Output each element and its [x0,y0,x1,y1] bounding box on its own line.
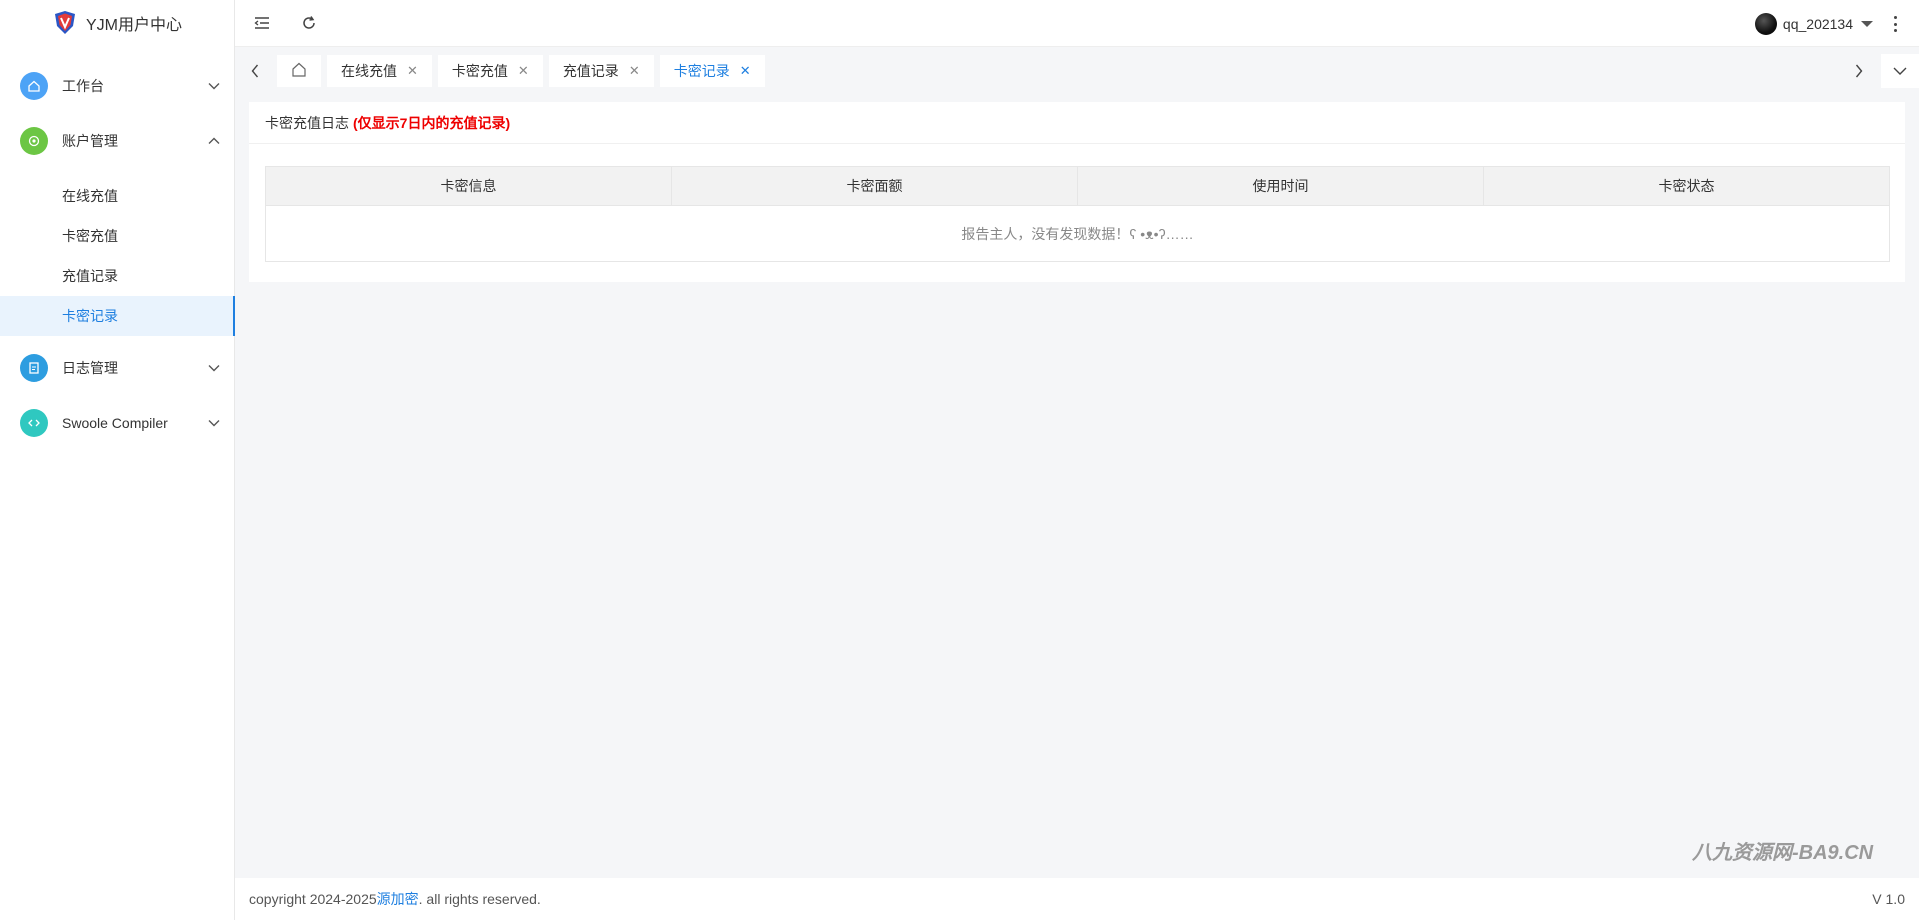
sidebar-item-workbench[interactable]: 工作台 [0,58,234,113]
tab-label: 卡密记录 [673,63,730,79]
close-icon[interactable]: ✕ [629,63,640,79]
sidebar-item-label: 工作台 [62,77,104,94]
tab-card-records[interactable]: 卡密记录 ✕ [659,55,765,87]
sidebar: YJM用户中心 工作台 账户管理 在线充值 卡密充值 充值记录 卡密记录 日志管… [0,0,235,920]
footer-rights: . all rights reserved. [418,891,541,907]
log-icon [20,353,48,382]
footer-link[interactable]: 源加密 [377,889,419,909]
caret-down-icon [1861,20,1873,27]
version-label: V 1.0 [1872,891,1905,907]
chevron-up-icon [208,135,220,147]
tabs-scroll-right-icon[interactable] [1847,59,1871,83]
tab-label: 充值记录 [562,63,619,79]
chevron-down-icon [208,417,220,429]
home-icon [291,62,307,80]
footer-copyright: copyright 2024-2025 [249,891,377,907]
tabs-dropdown-icon[interactable] [1881,54,1919,88]
sidebar-item-card-records[interactable]: 卡密记录 [0,296,235,336]
more-options-icon[interactable] [1887,14,1903,34]
tab-label: 在线充值 [341,63,397,79]
tab-recharge-records[interactable]: 充值记录 ✕ [548,55,654,87]
watermark: 八九资源网-BA9.CN [1692,842,1874,864]
code-icon [20,408,48,437]
sidebar-item-online-recharge[interactable]: 在线充值 [0,176,234,216]
sidebar-item-label: Swoole Compiler [62,414,168,431]
username: qq_202134 [1782,15,1853,32]
tabs-scroll-left-icon[interactable] [243,59,267,83]
tabs-bar: 在线充值 ✕ 卡密充值 ✕ 充值记录 ✕ 卡密记录 ✕ [235,48,1919,96]
tab-home[interactable] [277,55,321,87]
close-icon[interactable]: ✕ [518,63,529,79]
sidebar-item-swoole[interactable]: Swoole Compiler [0,395,234,450]
card-note: (仅显示7日内的充值记录) [353,114,511,131]
account-icon [20,126,48,155]
tab-online-recharge[interactable]: 在线充值 ✕ [327,55,432,87]
chevron-down-icon [208,80,220,92]
tab-card-recharge[interactable]: 卡密充值 ✕ [437,55,543,87]
collapse-menu-icon[interactable] [250,11,274,35]
sidebar-item-card-recharge[interactable]: 卡密充值 [0,216,234,256]
sidebar-item-account[interactable]: 账户管理 [0,113,234,168]
column-header-card-info[interactable]: 卡密信息 [266,167,672,205]
close-icon[interactable]: ✕ [740,63,751,79]
refresh-icon[interactable] [297,11,321,35]
home-icon [20,71,48,100]
tabs: 在线充值 ✕ 卡密充值 ✕ 充值记录 ✕ 卡密记录 ✕ [277,55,765,87]
app-logo[interactable]: YJM用户中心 [0,0,234,46]
empty-state: 报告主人，没有发现数据！ʕ •ᴥ•ʔ…… [961,225,1194,242]
footer: copyright 2024-2025 源加密 . all rights res… [235,878,1919,920]
app-title: YJM用户中心 [85,17,182,34]
user-menu[interactable]: qq_202134 [1754,0,1873,47]
close-icon[interactable]: ✕ [407,63,418,79]
table-header: 卡密信息 卡密面额 使用时间 卡密状态 [266,167,1889,206]
sidebar-item-recharge-records[interactable]: 充值记录 [0,256,234,296]
card-header: 卡密充值日志 (仅显示7日内的充值记录) [249,102,1905,144]
sidebar-item-logs[interactable]: 日志管理 [0,340,234,395]
column-header-card-value[interactable]: 卡密面额 [672,167,1078,205]
column-header-card-status[interactable]: 卡密状态 [1484,167,1889,205]
avatar [1754,12,1777,35]
card-title: 卡密充值日志 [265,114,349,131]
chevron-down-icon [208,362,220,374]
account-submenu: 在线充值 卡密充值 充值记录 卡密记录 [0,168,235,336]
data-table: 卡密信息 卡密面额 使用时间 卡密状态 报告主人，没有发现数据！ʕ •ᴥ•ʔ…… [265,166,1890,262]
tab-label: 卡密充值 [451,63,508,79]
logo-icon [52,10,78,36]
sidebar-menu: 工作台 账户管理 在线充值 卡密充值 充值记录 卡密记录 日志管理 Swoole… [0,58,235,450]
column-header-used-time[interactable]: 使用时间 [1078,167,1484,205]
sidebar-item-label: 日志管理 [62,359,118,376]
top-header: qq_202134 [235,0,1919,47]
sidebar-item-label: 账户管理 [62,132,118,149]
card-log-panel: 卡密充值日志 (仅显示7日内的充值记录) 卡密信息 卡密面额 使用时间 卡密状态… [249,102,1905,282]
